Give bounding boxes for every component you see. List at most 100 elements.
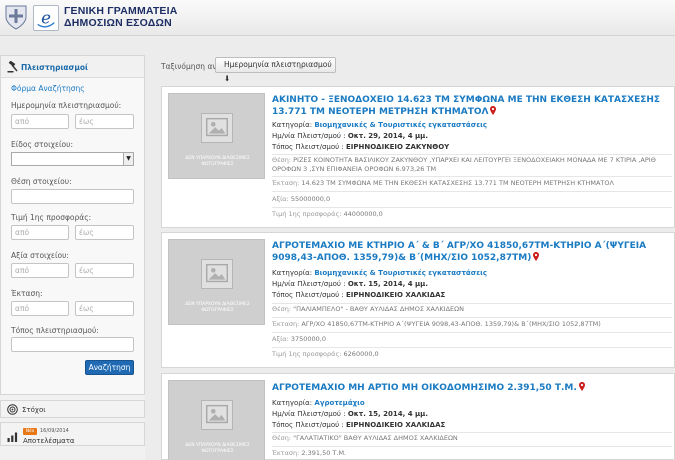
first-offer-to-input[interactable]: έως [75, 225, 134, 240]
auction-place-input[interactable] [11, 337, 134, 352]
auction-date-label: Ημερομηνία πλειστηριασμού: [11, 101, 122, 110]
area-row: Έκταση: ΑΓΡ/ΧΟ 41850,67ΤΜ-ΚΤΗΡΙΟ Α΄(ΨΥΓΕ… [272, 320, 674, 329]
org-name-line1: ΓΕΝΙΚΗ ΓΡΑΜΜΑΤΕΙΑ [64, 5, 178, 17]
area-value: 14.623 ΤΜ ΣΥΜΦΩΝΑ ΜΕ ΤΗΝ ΕΚΘΕΣΗ ΚΑΤΑΣΧΕΣ… [301, 179, 614, 187]
auction-date-value: Οκτ. 29, 2014, 4 μμ. [347, 132, 428, 140]
auction-place-value: ΕΙΡΗΝΟΔΙΚΕΙΟ ΧΑΛΚΙΔΑΣ [346, 291, 446, 299]
item-type-select[interactable]: ▼ [11, 152, 134, 166]
auction-date-value: Οκτ. 15, 2014, 4 μμ. [347, 280, 428, 288]
result-title[interactable]: ΑΓΡΟΤΕΜΑΧΙΟ ΜΕ ΚΤΗΡΙΟ Α΄ & Β΄ ΑΓΡ/ΧΟ 418… [272, 241, 672, 264]
map-pin-icon[interactable] [578, 382, 585, 391]
first-offer-label: Τιμή 1ης προσφοράς: [272, 350, 342, 358]
divider [272, 207, 672, 208]
result-title[interactable]: ΑΓΡΟΤΕΜΑΧΙΟ ΜΗ ΑΡΤΙΟ ΜΗ ΟΙΚΟΔΟΜΗΣΙΜΟ 2.3… [272, 382, 672, 394]
map-pin-icon[interactable] [533, 252, 540, 261]
org-name-line2: ΔΗΜΟΣΙΩΝ ΕΣΟΔΩΝ [64, 17, 172, 29]
area-row: Έκταση: 2.391,50 Τ.Μ. [272, 449, 674, 458]
auction-date-value: Οκτ. 15, 2014, 4 μμ. [347, 410, 428, 418]
divider [272, 432, 672, 433]
news-date: 16/09/2014 [40, 428, 69, 434]
result-card: ΔΕΝ ΥΠΑΡΧΟΥΝ ΔΙΑΘΕΣΙΜΕΣ ΦΩΤΟΓΡΑΦΙΕΣ ΑΓΡΟ… [161, 373, 675, 460]
image-placeholder-icon [201, 113, 233, 143]
photo-placeholder[interactable]: ΔΕΝ ΥΠΑΡΧΟΥΝ ΔΙΑΘΕΣΙΜΕΣ ΦΩΤΟΓΡΑΦΙΕΣ [168, 93, 265, 179]
targets-section[interactable]: Στόχοι [0, 400, 145, 418]
position-row: Θέση: "ΓΑΛΑΤΙΑΤΙΚΟ" ΒΑΘΥ ΑΥΛΙΔΑΣ ΔΗΜΟΣ Χ… [272, 434, 674, 443]
new-badge: Νέο [23, 428, 37, 435]
position-label: Θέση: [272, 156, 292, 164]
value-row: Αξία: 55000000,0 [272, 195, 674, 204]
category-label: Κατηγορία: [272, 399, 313, 407]
divider [272, 154, 672, 155]
auction-date-from-input[interactable]: από [11, 114, 69, 129]
news-results-item[interactable]: Νέο 16/09/2014 Αποτελέσματα [0, 422, 145, 446]
no-photos-caption: ΔΕΝ ΥΠΑΡΧΟΥΝ ΔΙΑΘΕΣΙΜΕΣ ΦΩΤΟΓΡΑΦΙΕΣ [185, 443, 250, 454]
auction-date-to-input[interactable]: έως [75, 114, 134, 129]
item-location-input[interactable] [11, 189, 134, 204]
category-link[interactable]: Βιομηχανικές & Τουριστικές εγκαταστάσεις [314, 269, 487, 277]
panel-title: Πλειστηριασμοί [21, 63, 88, 72]
area-label: Έκταση: [272, 179, 300, 187]
value-row: Αξία: 3750000,0 [272, 335, 674, 344]
panel-header[interactable]: Πλειστηριασμοί [1, 56, 144, 78]
divider [272, 332, 672, 333]
divider [272, 303, 672, 304]
place-label: Τόπος Πλειστ/σμού : [272, 291, 344, 299]
area-value: ΑΓΡ/ΧΟ 41850,67ΤΜ-ΚΤΗΡΙΟ Α΄(ΨΥΓΕΙΑ 9098,… [301, 320, 601, 328]
divider [272, 347, 672, 348]
no-photos-caption: ΔΕΝ ΥΠΑΡΧΟΥΝ ΔΙΑΘΕΣΙΜΕΣ ΦΩΤΟΓΡΑΦΙΕΣ [185, 302, 250, 313]
svg-text:e: e [41, 9, 51, 28]
category-link[interactable]: Αγροτεμάχιο [314, 399, 364, 407]
area-label: Έκταση: [272, 320, 300, 328]
value-label: Αξία: [272, 195, 289, 203]
place-label: Τόπος Πλειστ/σμού : [272, 421, 344, 429]
map-pin-icon[interactable] [490, 106, 497, 115]
sidebar: Πλειστηριασμοί Φόρμα Αναζήτησης Ημερομην… [0, 55, 145, 460]
results-label: Αποτελέσματα [23, 437, 75, 445]
divider [272, 446, 672, 447]
gsis-logo-icon: e [33, 5, 59, 31]
position-value: "ΠΑΛΙΑΜΠΕΛΟ" - ΒΑΘΥ ΑΥΛΙΔΑΣ ΔΗΜΟΣ ΧΑΛΚΙΔ… [293, 305, 464, 313]
chevron-down-icon: ▼ [123, 153, 133, 165]
search-form-title[interactable]: Φόρμα Αναζήτησης [11, 84, 85, 93]
auction-place-value: ΕΙΡΗΝΟΔΙΚΕΙΟ ΖΑΚΥΝΘΟΥ [346, 143, 450, 151]
search-panel: Πλειστηριασμοί Φόρμα Αναζήτησης Ημερομην… [0, 55, 145, 395]
first-offer-amount: 6260000,0 [343, 350, 379, 358]
item-value-label: Αξία στοιχείου: [11, 251, 69, 260]
area-from-input[interactable]: από [11, 301, 69, 316]
auction-place-label: Τόπος πλειστηριασμού: [11, 326, 99, 335]
result-title[interactable]: ΑΚΙΝΗΤΟ - ΞΕΝΟΔΟΧΕΙΟ 14.623 ΤΜ ΣΥΜΦΩΝΑ Μ… [272, 95, 672, 118]
item-value-from-input[interactable]: από [11, 263, 69, 278]
category-link[interactable]: Βιομηχανικές & Τουριστικές εγκαταστάσεις [314, 121, 487, 129]
value-amount: 3750000,0 [290, 335, 326, 343]
item-type-label: Είδος στοιχείου: [11, 140, 74, 149]
first-offer-price-label: Τιμή 1ης προσφοράς: [11, 213, 92, 222]
position-label: Θέση: [272, 434, 292, 442]
search-button[interactable]: Αναζήτηση [85, 360, 134, 375]
position-row: Θέση: "ΠΑΛΙΑΜΠΕΛΟ" - ΒΑΘΥ ΑΥΛΙΔΑΣ ΔΗΜΟΣ … [272, 305, 674, 314]
first-offer-label: Τιμή 1ης προσφοράς: [272, 210, 342, 218]
position-row: Θέση: ΡΙΖΕΣ ΚΟΙΝΟΤΗΤΑ ΒΑΣΙΛΙΚΟΥ ΖΑΚΥΝΘΟΥ… [272, 156, 674, 174]
category-label: Κατηγορία: [272, 121, 313, 129]
photo-placeholder[interactable]: ΔΕΝ ΥΠΑΡΧΟΥΝ ΔΙΑΘΕΣΙΜΕΣ ΦΩΤΟΓΡΑΦΙΕΣ [168, 380, 265, 460]
first-offer-amount: 44000000,0 [343, 210, 383, 218]
place-label: Τόπος Πλειστ/σμού : [272, 143, 344, 151]
first-offer-from-input[interactable]: από [11, 225, 69, 240]
divider [272, 191, 672, 192]
area-to-input[interactable]: έως [75, 301, 134, 316]
org-name: ΓΕΝΙΚΗ ΓΡΑΜΜΑΤΕΙΑ ΔΗΜΟΣΙΩΝ ΕΣΟΔΩΝ [64, 5, 178, 29]
auction-place-value: ΕΙΡΗΝΟΔΙΚΕΙΟ ΧΑΛΚΙΔΑΣ [346, 421, 446, 429]
value-label: Αξία: [272, 335, 289, 343]
date-label: Ημ/νία Πλειστ/σμού : [272, 132, 346, 140]
greek-emblem-icon [5, 5, 27, 30]
item-value-to-input[interactable]: έως [75, 263, 134, 278]
bar-chart-icon [7, 432, 18, 442]
image-placeholder-icon [201, 259, 233, 289]
photo-placeholder[interactable]: ΔΕΝ ΥΠΑΡΧΟΥΝ ΔΙΑΘΕΣΙΜΕΣ ΦΩΤΟΓΡΑΦΙΕΣ [168, 239, 265, 325]
result-card: ΔΕΝ ΥΠΑΡΧΟΥΝ ΔΙΑΘΕΣΙΜΕΣ ΦΩΤΟΓΡΑΦΙΕΣ ΑΓΡΟ… [161, 232, 675, 368]
divider [272, 176, 672, 177]
area-label: Έκταση: [272, 449, 300, 457]
result-card: ΔΕΝ ΥΠΑΡΧΟΥΝ ΔΙΑΘΕΣΙΜΕΣ ΦΩΤΟΓΡΑΦΙΕΣ ΑΚΙΝ… [161, 86, 675, 228]
sort-dropdown[interactable]: Ημερομηνία πλειστηριασμού ⬇ [215, 57, 336, 83]
position-label: Θέση: [272, 305, 292, 313]
image-placeholder-icon [201, 400, 233, 430]
